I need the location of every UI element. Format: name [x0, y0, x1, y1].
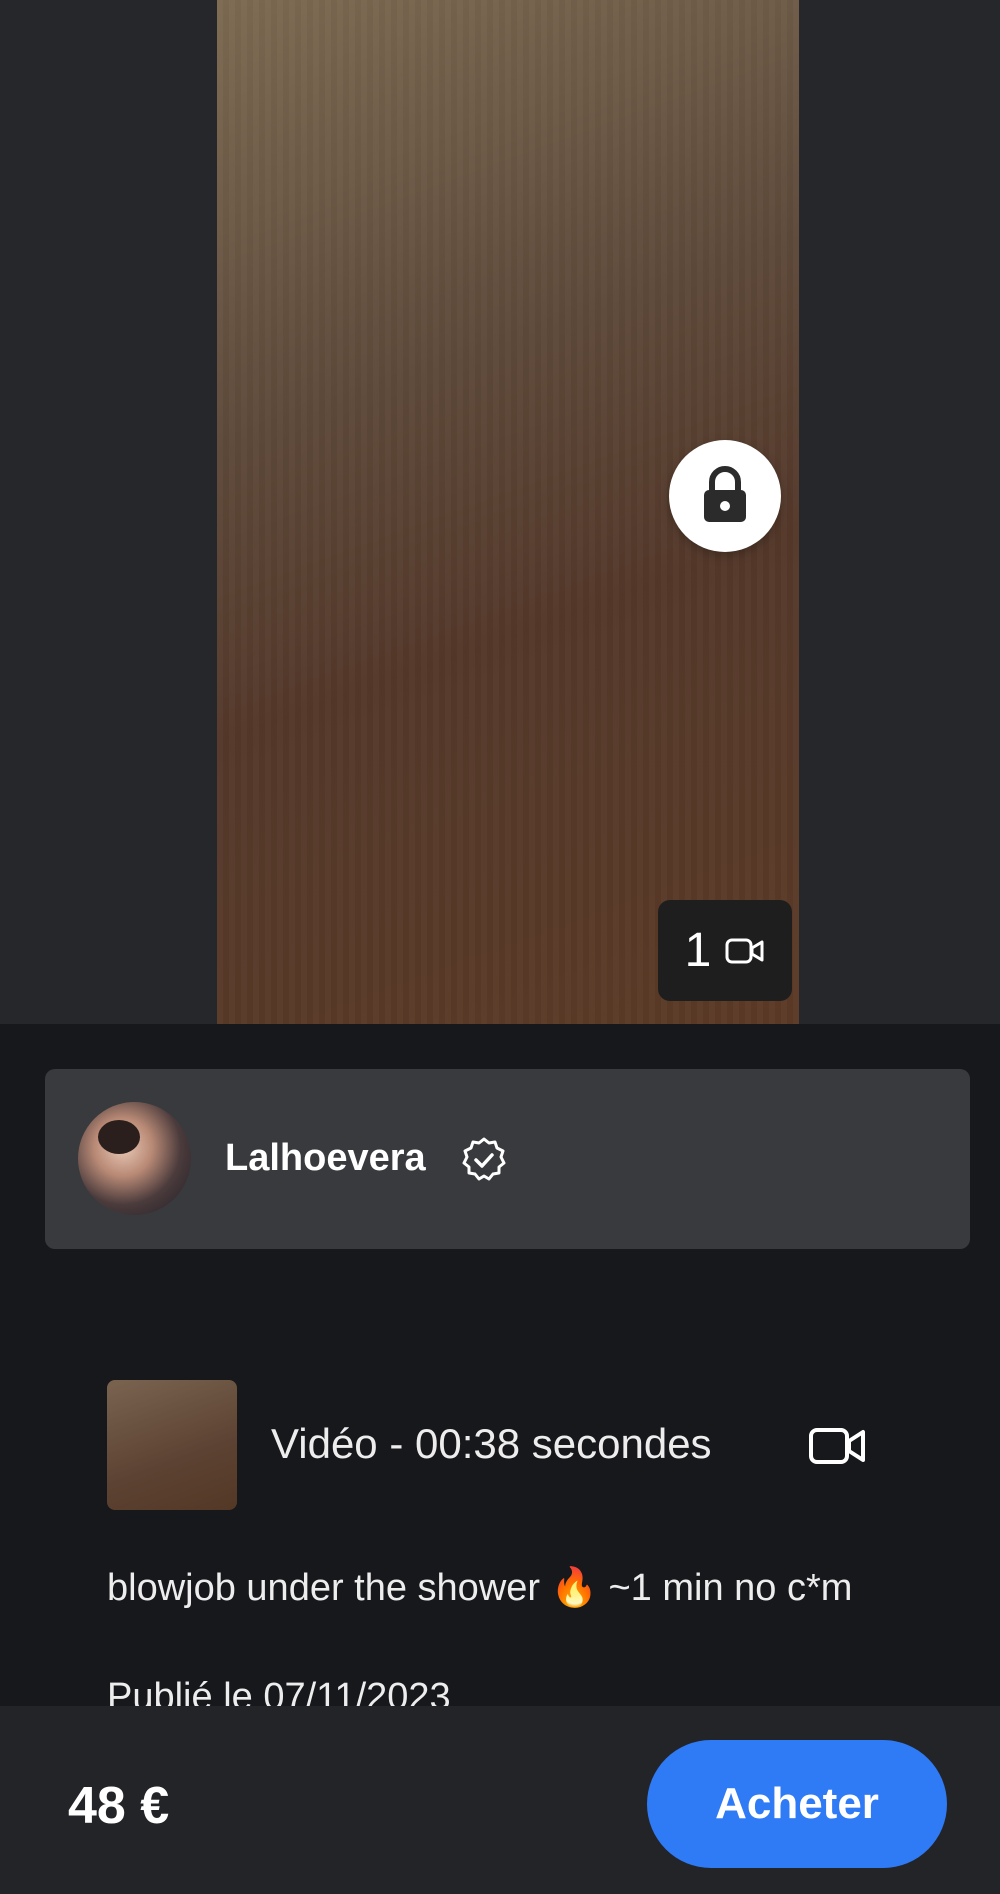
verified-badge-icon [462, 1137, 506, 1181]
content-details: Vidéo - 00:38 secondes blowjob under the… [0, 1290, 1000, 1718]
post-description: blowjob under the shower 🔥 ~1 min no c*m [107, 1567, 853, 1609]
video-duration-label: Vidéo - 00:38 secondes [271, 1420, 712, 1467]
price: 48 € [68, 1777, 170, 1835]
avatar[interactable] [78, 1102, 191, 1215]
video-camera-icon [809, 1428, 865, 1464]
media-preview-area: 1 [0, 0, 1000, 1024]
video-camera-icon [725, 938, 764, 963]
media-count-badge: 1 [658, 900, 792, 1001]
creator-name[interactable]: Lalhoevera [225, 1137, 426, 1180]
buy-button[interactable]: Acheter [647, 1740, 947, 1868]
purchase-bar: 48 € Acheter [0, 1706, 1000, 1894]
video-thumbnail[interactable] [107, 1380, 237, 1510]
locked-media-preview[interactable]: 1 [217, 0, 799, 1024]
lock-icon [704, 466, 746, 522]
creator-card[interactable]: Lalhoevera [45, 1069, 970, 1249]
lock-button[interactable] [669, 440, 781, 552]
media-count: 1 [684, 924, 712, 977]
